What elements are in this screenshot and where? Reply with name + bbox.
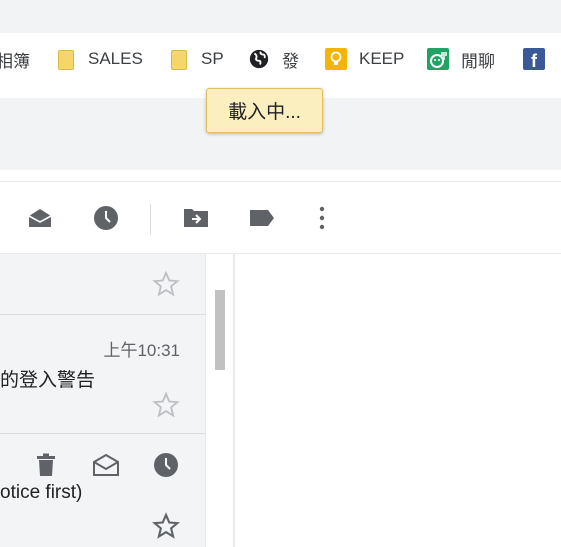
bookmark-facebook[interactable]: f (523, 33, 557, 85)
bookmark-label: 閒聊 (461, 51, 495, 71)
bookmark-sales[interactable]: SALES (54, 33, 143, 85)
mail-toolbar (0, 195, 561, 243)
reading-pane (236, 254, 561, 547)
snooze-button[interactable] (91, 203, 121, 233)
loading-text: 載入中... (228, 102, 301, 123)
bookmark-fa[interactable]: 發 (248, 33, 299, 85)
mail-time: 上午10:31 (103, 341, 180, 360)
star-icon[interactable] (152, 270, 180, 298)
header-divider (0, 181, 561, 182)
bookmark-chat[interactable]: 閒聊 (427, 33, 495, 85)
bookmark-label: 發 (282, 51, 299, 71)
label-icon (250, 210, 274, 226)
mail-subject: 的登入警告 (0, 370, 96, 391)
mail-subject: otice first) (0, 482, 83, 503)
folder-icon (54, 48, 76, 70)
loading-tooltip: 載入中... (206, 88, 323, 133)
facebook-icon: f (523, 48, 545, 71)
toolbar-separator (150, 204, 151, 234)
folder-icon (167, 48, 189, 70)
snooze-icon (154, 453, 178, 477)
bookmarks-bar: 相簿 SALES SP 發 KEEP 閒聊 f (0, 33, 561, 85)
star-icon[interactable] (152, 512, 180, 540)
bookmark-label: 相簿 (0, 51, 30, 71)
mail-row[interactable] (0, 254, 205, 315)
mail-row[interactable]: 上午10:31 的登入警告 (0, 315, 205, 434)
globe-icon (248, 48, 270, 70)
move-to-icon (184, 209, 208, 227)
pane-splitter[interactable] (233, 254, 235, 547)
mark-as-read-button[interactable] (25, 203, 55, 233)
mail-row-hovered[interactable]: otice first) (0, 434, 205, 547)
snooze-row-button[interactable] (152, 451, 180, 479)
keep-icon (325, 48, 347, 70)
bookmark-label: KEEP (359, 49, 405, 68)
bookmark-album[interactable]: 相簿 (0, 33, 30, 85)
delete-icon (37, 453, 55, 476)
chat-icon (427, 48, 449, 70)
mark-as-unread-icon (93, 453, 119, 476)
snooze-icon (94, 206, 118, 230)
star-icon[interactable] (152, 391, 180, 419)
label-button[interactable] (247, 203, 277, 233)
bookmark-label: SALES (88, 49, 143, 68)
mail-list-scrollbar[interactable] (205, 254, 230, 547)
mail-list: 上午10:31 的登入警告 otice first) (0, 254, 205, 547)
mark-as-read-icon (28, 209, 52, 227)
more-options-button[interactable] (307, 203, 337, 233)
more-options-icon (319, 206, 325, 230)
bookmark-sp[interactable]: SP (167, 33, 224, 85)
mark-as-unread-button[interactable] (92, 451, 120, 479)
delete-button[interactable] (32, 451, 60, 479)
bookmark-label: SP (201, 49, 224, 68)
scrollbar-thumb[interactable] (215, 290, 225, 370)
bookmark-keep[interactable]: KEEP (325, 33, 404, 85)
browser-tab-strip (0, 0, 561, 33)
move-to-button[interactable] (181, 203, 211, 233)
